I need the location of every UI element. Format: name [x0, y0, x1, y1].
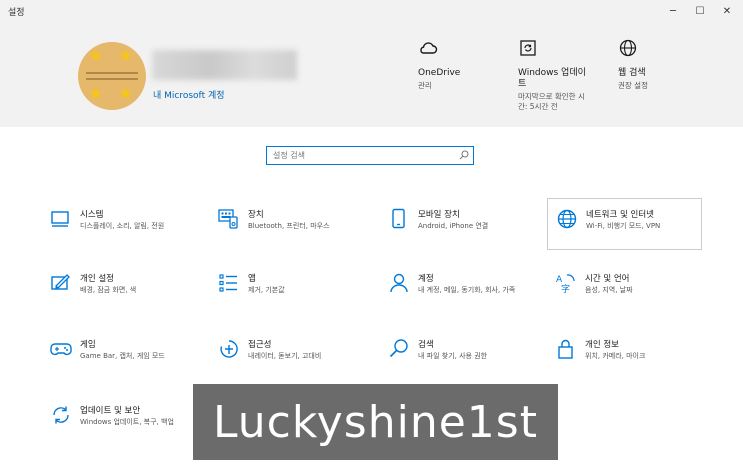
quick-link-subtitle: 마지막으로 확인한 시간: 5시간 전 — [518, 92, 585, 111]
tile-title: 네트워크 및 인터넷 — [586, 210, 654, 220]
tile-title: 업데이트 및 보안 — [80, 406, 141, 416]
globe-icon — [619, 39, 637, 57]
lock-icon — [558, 339, 573, 359]
tile-title: 장치 — [248, 210, 264, 220]
tile-description: 내 파일 찾기, 사용 권한 — [418, 352, 488, 360]
quick-link-title: OneDrive — [418, 68, 461, 78]
tile-description: Windows 업데이트, 복구, 백업 — [80, 418, 174, 426]
svg-text:A: A — [556, 275, 563, 285]
avatar[interactable]: ★ ★ ★ ★ — [78, 42, 146, 110]
update-security-icon — [53, 406, 69, 424]
apps-list-icon — [219, 274, 237, 292]
star-decoration-icon: ★ — [88, 46, 104, 66]
person-icon — [390, 273, 408, 293]
quick-link-subtitle: 권장 설정 — [618, 81, 648, 90]
tile-title: 개인 설정 — [80, 274, 114, 284]
network-globe-icon — [557, 209, 577, 229]
tile-title: 시간 및 언어 — [585, 274, 630, 284]
tile-title: 계정 — [418, 274, 434, 284]
tile-title: 앱 — [248, 274, 256, 284]
search-icon[interactable] — [459, 150, 469, 160]
tile-description: 음성, 지역, 날짜 — [585, 286, 633, 294]
microsoft-account-link[interactable]: 내 Microsoft 계정 — [153, 88, 225, 101]
onedrive-link[interactable]: OneDrive 관리 — [418, 38, 518, 91]
tile-update-security[interactable]: 업데이트 및 보안 Windows 업데이트, 복구, 백업 — [50, 404, 200, 454]
watermark-text: Luckyshine1st — [213, 396, 538, 448]
tile-apps[interactable]: 앱 제거, 기본값 — [218, 272, 368, 322]
tile-accessibility[interactable]: 접근성 내레이터, 돋보기, 고대비 — [218, 338, 368, 388]
tile-personalization[interactable]: 개인 설정 배경, 잠금 화면, 색 — [50, 272, 200, 322]
tile-description: 제거, 기본값 — [248, 286, 285, 294]
gamepad-icon — [50, 343, 72, 356]
time-language-icon: A 字 — [556, 274, 575, 294]
star-decoration-icon: ★ — [88, 84, 104, 104]
svg-text:字: 字 — [561, 283, 570, 294]
windows-update-icon — [520, 40, 536, 56]
tile-privacy[interactable]: 개인 정보 위치, 카메라, 마이크 — [555, 338, 705, 388]
tile-title: 개인 정보 — [585, 340, 619, 350]
quick-link-subtitle: 관리 — [418, 81, 432, 90]
star-decoration-icon: ★ — [118, 46, 134, 66]
tile-description: 위치, 카메라, 마이크 — [585, 352, 646, 360]
tile-description: 내레이터, 돋보기, 고대비 — [248, 352, 322, 360]
cloud-icon — [420, 42, 438, 54]
tile-search[interactable]: 검색 내 파일 찾기, 사용 권한 — [388, 338, 538, 388]
watermark-overlay: Luckyshine1st — [193, 384, 558, 460]
windows-update-link[interactable]: Windows 업데이트 마지막으로 확인한 시간: 5시간 전 — [518, 38, 588, 112]
tile-description: 배경, 잠금 화면, 색 — [80, 286, 137, 294]
tile-title: 시스템 — [80, 210, 104, 220]
phone-icon — [392, 208, 405, 229]
tile-description: Android, iPhone 연결 — [418, 222, 489, 230]
tile-title: 게임 — [80, 340, 96, 350]
quick-link-title: 웹 검색 — [618, 68, 646, 78]
tile-system[interactable]: 시스템 디스플레이, 소리, 알림, 전원 — [50, 208, 200, 258]
tile-title: 접근성 — [248, 340, 272, 350]
tile-description: 디스플레이, 소리, 알림, 전원 — [80, 222, 165, 230]
tile-title: 검색 — [418, 340, 434, 350]
settings-search[interactable] — [266, 146, 474, 165]
search-input[interactable] — [273, 149, 453, 162]
tile-network-internet[interactable]: 네트워크 및 인터넷 Wi-Fi, 비행기 모드, VPN — [547, 198, 702, 250]
keyboard-device-icon — [218, 209, 238, 229]
star-decoration-icon: ★ — [118, 84, 134, 104]
tile-mobile-devices[interactable]: 모바일 장치 Android, iPhone 연결 — [388, 208, 538, 258]
window-title: 설정 — [8, 8, 25, 18]
tile-gaming[interactable]: 게임 Game Bar, 캡처, 게임 모드 — [50, 338, 200, 388]
search-icon — [389, 339, 408, 358]
title-bar: 설정 ─ ☐ ✕ — [0, 0, 743, 22]
personalization-icon — [51, 274, 70, 290]
tile-description: Bluetooth, 프린터, 마우스 — [248, 222, 330, 230]
tile-description: Wi-Fi, 비행기 모드, VPN — [586, 222, 661, 230]
monitor-icon — [51, 211, 69, 227]
tile-title: 모바일 장치 — [418, 210, 460, 220]
web-search-link[interactable]: 웹 검색 권장 설정 — [618, 38, 718, 91]
close-button[interactable]: ✕ — [711, 0, 743, 22]
tile-description: 내 계정, 메일, 동기화, 회사, 가족 — [418, 286, 516, 294]
quick-link-title: Windows 업데이트 — [518, 68, 586, 89]
tile-description: Game Bar, 캡처, 게임 모드 — [80, 352, 165, 360]
tile-devices[interactable]: 장치 Bluetooth, 프린터, 마우스 — [218, 208, 368, 258]
tile-accounts[interactable]: 계정 내 계정, 메일, 동기화, 회사, 가족 — [388, 272, 538, 322]
account-name-blurred — [152, 50, 297, 80]
tile-time-language[interactable]: A 字 시간 및 언어 음성, 지역, 날짜 — [555, 272, 705, 322]
accessibility-icon — [220, 340, 238, 358]
